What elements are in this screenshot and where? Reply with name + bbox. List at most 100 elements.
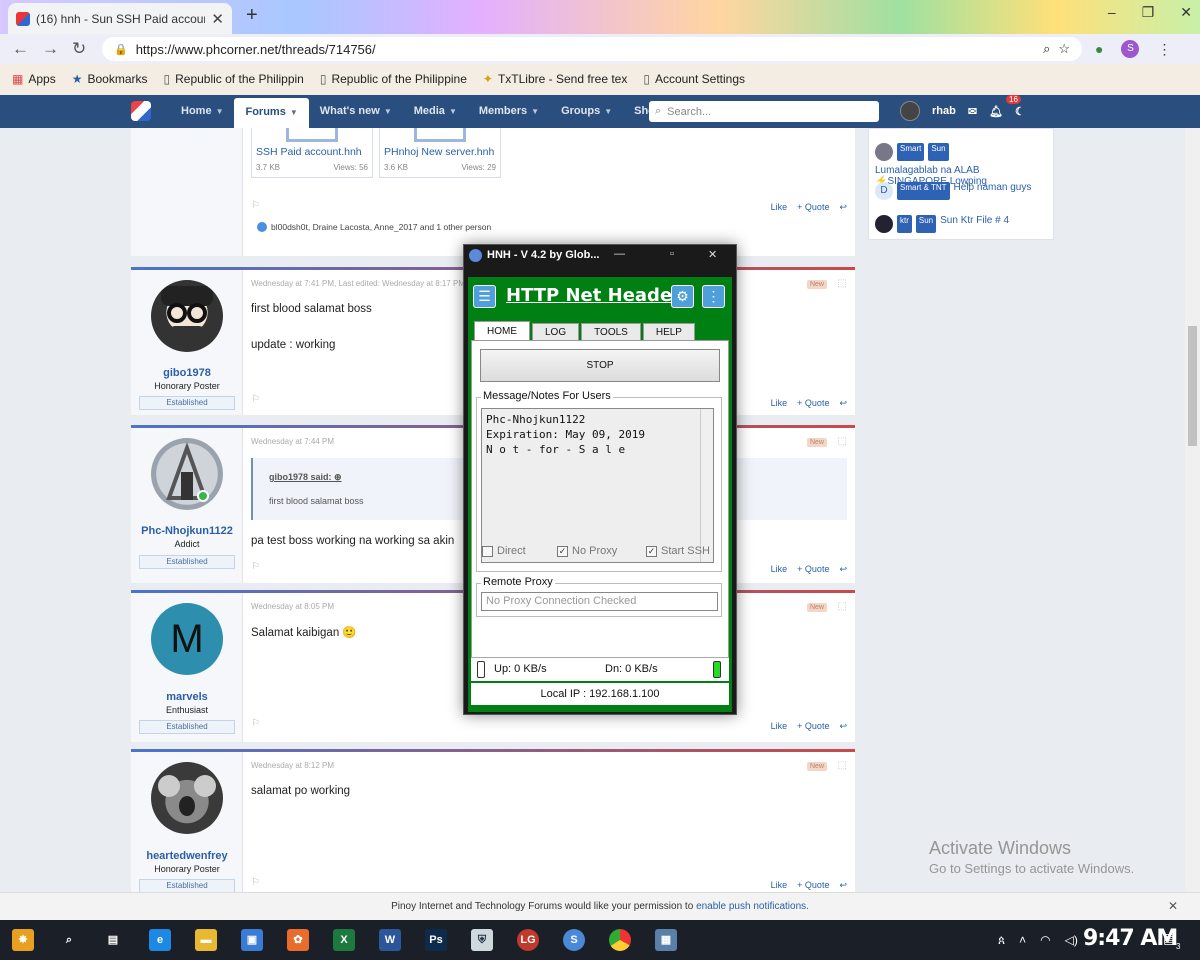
enable-notifications-link[interactable]: enable push notifications.	[696, 901, 809, 912]
quote-button[interactable]: + Quote	[797, 721, 829, 732]
gear-icon[interactable]: ⚙	[671, 285, 694, 308]
direct-checkbox[interactable]: Direct	[482, 545, 526, 557]
report-flag-icon[interactable]: ⚐	[251, 394, 260, 405]
hnh-taskbar-icon[interactable]: S	[563, 929, 585, 951]
hamburger-menu-icon[interactable]: ☰	[473, 285, 496, 308]
wifi-icon[interactable]: ◠	[1040, 933, 1050, 947]
chrome-icon[interactable]	[609, 929, 631, 951]
widget-thread[interactable]: ktr Sun Sun Ktr File # 4	[875, 215, 1051, 233]
avatar[interactable]	[151, 762, 223, 834]
post-meta[interactable]: Wednesday at 8:12 PM	[251, 761, 334, 770]
app-icon[interactable]: ✿	[287, 929, 309, 951]
start-icon[interactable]: ✸	[12, 929, 34, 951]
tab-log[interactable]: LOG	[532, 323, 580, 341]
photoshop-icon[interactable]: Ps	[425, 929, 447, 951]
maximize-icon[interactable]: ❐	[1142, 4, 1155, 21]
reply-icon[interactable]: ↩	[839, 202, 847, 213]
extension-icon[interactable]: ●	[1095, 41, 1103, 57]
nav-whats-new[interactable]: What's new ▼	[309, 95, 403, 128]
bookmark-icon[interactable]: ⬚	[838, 601, 847, 612]
no-proxy-checkbox[interactable]: ✓ No Proxy	[557, 545, 617, 557]
reply-icon[interactable]: ↩	[839, 880, 847, 891]
bookmark-item[interactable]: ✦ TxTLibre - Send free tex	[483, 72, 627, 86]
attachment[interactable]: SSH Paid account.hnh 3.7 KB Views: 56	[251, 128, 373, 178]
notes-textarea[interactable]: Phc-Nhojkun1122 Expiration: May 09, 2019…	[481, 408, 714, 563]
more-vertical-icon[interactable]: ⋮	[702, 285, 725, 308]
post-username[interactable]: Phc-Nhojkun1122	[131, 525, 243, 537]
reply-icon[interactable]: ↩	[839, 564, 847, 575]
dark-mode-icon[interactable]: ☾	[1015, 105, 1025, 118]
nav-media[interactable]: Media ▼	[403, 95, 468, 128]
search-icon[interactable]: ⌕	[58, 929, 80, 951]
like-button[interactable]: Like	[771, 398, 788, 409]
excel-icon[interactable]: X	[333, 929, 355, 951]
post-meta[interactable]: Wednesday at 7:41 PM, Last edited: Wedne…	[251, 279, 465, 288]
username[interactable]: rhab	[932, 105, 956, 117]
widget-thread[interactable]: D Smart & TNT Help naman guys	[875, 182, 1051, 200]
nav-forums[interactable]: Forums ▼	[234, 98, 309, 128]
report-flag-icon[interactable]: ⚐	[251, 718, 260, 729]
quote-button[interactable]: + Quote	[797, 398, 829, 409]
bookmark-icon[interactable]: ⬚	[838, 760, 847, 771]
tab-home[interactable]: HOME	[474, 321, 530, 341]
start-ssh-checkbox[interactable]: ✓ Start SSH	[646, 545, 710, 557]
close-icon[interactable]: ✕	[708, 248, 717, 261]
close-icon[interactable]: ✕	[1168, 893, 1178, 920]
avatar[interactable]	[151, 438, 223, 510]
avatar[interactable]	[151, 280, 223, 352]
task-view-icon[interactable]: ▤	[102, 929, 124, 951]
reactions-bar[interactable]: bl00dsh0t, Draine Lacosta, Anne_2017 and…	[257, 222, 491, 232]
reload-icon[interactable]: ↻	[72, 39, 86, 59]
bookmark-icon[interactable]: ⬚	[838, 278, 847, 289]
quote-button[interactable]: + Quote	[797, 202, 829, 213]
proxy-field[interactable]: No Proxy Connection Checked	[481, 592, 718, 611]
bookmark-bookmarks[interactable]: ★ Bookmarks	[72, 72, 148, 86]
shield-icon[interactable]: ⛨	[471, 929, 493, 951]
zoom-icon[interactable]: ⌕	[1043, 41, 1050, 57]
quote-author[interactable]: gibo1978 said: ⊕	[269, 472, 342, 483]
word-icon[interactable]: W	[379, 929, 401, 951]
like-button[interactable]: Like	[771, 721, 788, 732]
report-flag-icon[interactable]: ⚐	[251, 200, 260, 211]
tab-help[interactable]: HELP	[642, 323, 695, 341]
quote-button[interactable]: + Quote	[797, 880, 829, 891]
post-username[interactable]: marvels	[131, 691, 243, 703]
menu-icon[interactable]: ⋮	[1157, 41, 1171, 58]
forward-icon[interactable]: →	[42, 39, 59, 59]
bookmark-item[interactable]: ▯ Account Settings	[643, 72, 745, 86]
like-button[interactable]: Like	[771, 880, 788, 891]
bookmark-icon[interactable]: ⬚	[838, 436, 847, 447]
stop-button[interactable]: STOP	[480, 349, 720, 382]
new-tab-icon[interactable]: +	[246, 4, 258, 27]
minimize-icon[interactable]: –	[1108, 4, 1116, 21]
page-scrollbar[interactable]	[1185, 128, 1200, 892]
maximize-icon[interactable]: ▫	[670, 248, 674, 260]
report-flag-icon[interactable]: ⚐	[251, 877, 260, 888]
bookmark-item[interactable]: ▯ Republic of the Philippin	[164, 72, 304, 86]
scrollbar-thumb[interactable]	[1188, 326, 1197, 446]
user-avatar[interactable]	[900, 101, 920, 121]
close-tab-icon[interactable]: ✕	[211, 10, 224, 28]
bell-icon[interactable]: 🔔︎	[989, 105, 1003, 118]
star-icon[interactable]: ☆	[1058, 41, 1070, 57]
edge-icon[interactable]: e	[149, 929, 171, 951]
post-username[interactable]: heartedwenfrey	[131, 850, 243, 862]
reply-icon[interactable]: ↩	[839, 721, 847, 732]
profile-avatar[interactable]: S	[1121, 40, 1140, 58]
report-flag-icon[interactable]: ⚐	[251, 561, 260, 572]
nav-members[interactable]: Members ▼	[468, 95, 550, 128]
nav-home[interactable]: Home ▼	[170, 95, 234, 128]
nav-groups[interactable]: Groups ▼	[550, 95, 623, 128]
people-icon[interactable]: ጰ	[998, 933, 1005, 948]
widget-thread[interactable]: Smart Sun Lumalagablab na ALAB ⚡SINGAPOR…	[875, 143, 1051, 187]
post-meta[interactable]: Wednesday at 8:05 PM	[251, 602, 334, 611]
bookmark-item[interactable]: ▯ Republic of the Philippine	[320, 72, 467, 86]
app-icon[interactable]: LG	[517, 929, 539, 951]
close-window-icon[interactable]: ✕	[1180, 4, 1192, 21]
notes-scrollbar[interactable]	[700, 409, 713, 562]
tab-tools[interactable]: TOOLS	[581, 323, 641, 341]
post-meta[interactable]: Wednesday at 7:44 PM	[251, 437, 334, 446]
file-explorer-icon[interactable]: ▬	[195, 929, 217, 951]
hnh-titlebar[interactable]: HNH - V 4.2 by Glob... — ▫ ✕	[464, 245, 736, 267]
address-bar[interactable]: 🔒 https://www.phcorner.net/threads/71475…	[102, 37, 1082, 61]
